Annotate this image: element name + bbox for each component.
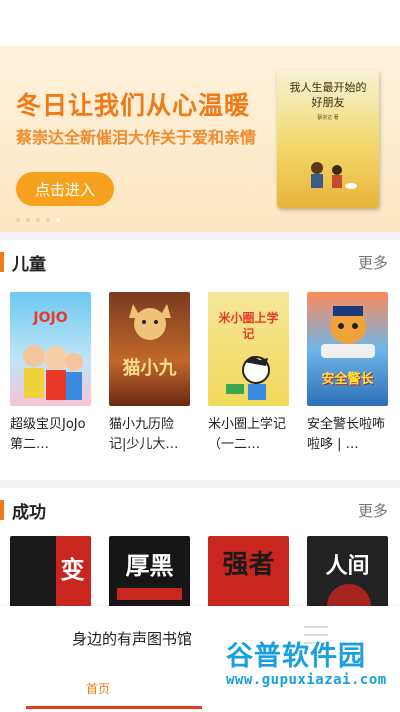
- banner-book-author: 蔡崇达 著: [317, 115, 339, 121]
- cover-text: 安全警长: [321, 372, 374, 387]
- pagination-dot: [36, 218, 40, 222]
- section-title: 成功: [12, 503, 46, 523]
- book-cover[interactable]: JOJO: [10, 292, 91, 406]
- banner-title: 冬日让我们从心温暖: [16, 91, 251, 120]
- pagination-dot: [26, 218, 30, 222]
- police-dog-icon: [321, 306, 375, 358]
- book-card[interactable]: 米小圈上学记 米小圈上学记（一二…: [208, 292, 289, 455]
- banner-book-title-line2: 好朋友: [311, 96, 345, 109]
- book-cover[interactable]: 猫小九: [109, 292, 190, 406]
- cover-text: JOJO: [33, 310, 68, 326]
- panel-title: 身边的有声图书馆: [72, 630, 193, 648]
- cover-text: 强者: [222, 550, 275, 580]
- status-bar: [0, 0, 400, 46]
- book-card[interactable]: JOJO 超级宝贝JoJo第二…: [10, 292, 91, 455]
- book-title[interactable]: 安全警长啦咘啦哆 | …: [307, 415, 388, 455]
- promo-banner[interactable]: 冬日让我们从心温暖 蔡崇达全新催泪大作关于爱和亲情 点击进入 我人生最开始的 好…: [0, 46, 400, 232]
- banner-book-cover[interactable]: 我人生最开始的 好朋友 蔡崇达 著: [277, 70, 379, 208]
- section-header: 成功 更多: [0, 488, 400, 532]
- more-link[interactable]: 更多: [358, 500, 388, 521]
- cover-text: 厚黑: [125, 552, 174, 580]
- banner-pagination: [16, 218, 60, 222]
- cover-text: 米小圈上学记: [218, 311, 279, 341]
- section-title: 儿童: [12, 255, 46, 275]
- pagination-dot: [16, 218, 20, 222]
- book-cover[interactable]: 安全警长: [307, 292, 388, 406]
- banner-book-title: 我人生最开始的 好朋友: [277, 80, 379, 110]
- watermark-title: 谷普软件园: [226, 641, 366, 672]
- book-cover[interactable]: 米小圈上学记: [208, 292, 289, 406]
- more-link[interactable]: 更多: [358, 252, 388, 273]
- nav-tab-home[interactable]: 首页: [86, 680, 110, 697]
- cartoon-kids-icon: [23, 345, 83, 400]
- book-title[interactable]: 猫小九历险记|少儿大…: [109, 415, 190, 455]
- children-illustration-icon: [311, 162, 357, 189]
- cover-text: 人间: [325, 554, 370, 579]
- section-header: 儿童 更多: [0, 240, 400, 284]
- pagination-dot-active: [56, 218, 60, 222]
- watermark-url: www.gupuxiazai.com: [226, 672, 387, 688]
- book-title[interactable]: 超级宝贝JoJo第二…: [10, 415, 91, 455]
- section-accent-bar: [0, 500, 4, 520]
- book-title[interactable]: 米小圈上学记（一二…: [208, 415, 289, 455]
- cat-character-icon: [129, 304, 171, 340]
- watermark: 谷普软件园 www.gupuxiazai.com: [226, 634, 400, 712]
- banner-subtitle: 蔡崇达全新催泪大作关于爱和亲情: [16, 128, 257, 147]
- cover-text: 猫小九: [122, 358, 177, 379]
- cover-stripe: [117, 588, 182, 600]
- book-card[interactable]: 安全警长 安全警长啦咘啦哆 | …: [307, 292, 388, 455]
- book-row: JOJO 超级宝贝JoJo第二… 猫小九 猫小九历险记|少儿大… 米小圈上学记: [10, 292, 388, 455]
- section-children: 儿童 更多 JOJO 超级宝贝JoJo第二… 猫小九 猫小九历险记|少儿大… 米…: [0, 240, 400, 480]
- section-accent-bar: [0, 252, 4, 272]
- banner-book-title-line1: 我人生最开始的: [289, 81, 367, 94]
- cover-text: 变: [60, 556, 85, 584]
- nav-active-indicator: [26, 706, 202, 709]
- pagination-dot: [46, 218, 50, 222]
- enter-button[interactable]: 点击进入: [16, 172, 114, 206]
- book-card[interactable]: 猫小九 猫小九历险记|少儿大…: [109, 292, 190, 455]
- boy-character-icon: [226, 356, 270, 400]
